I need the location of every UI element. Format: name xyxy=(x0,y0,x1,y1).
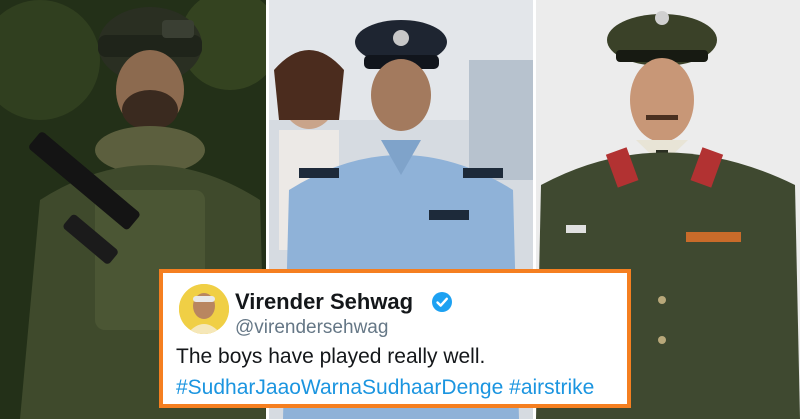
user-handle[interactable]: @virendersehwag xyxy=(235,317,388,339)
hashtag-link[interactable]: #airstrike xyxy=(509,376,594,399)
hashtag-link[interactable]: #SudharJaaoWarnaSudhaarDenge xyxy=(176,376,503,399)
tweet-card[interactable]: Virender Sehwag @virendersehwag The boys… xyxy=(159,269,631,408)
tweet-text: The boys have played really well. xyxy=(176,345,486,368)
tweet-hashtags: #SudharJaaoWarnaSudhaarDenge #airstrike xyxy=(176,376,594,400)
verified-badge-icon xyxy=(431,291,453,313)
display-name[interactable]: Virender Sehwag xyxy=(235,289,413,315)
profile-avatar[interactable] xyxy=(179,284,229,334)
